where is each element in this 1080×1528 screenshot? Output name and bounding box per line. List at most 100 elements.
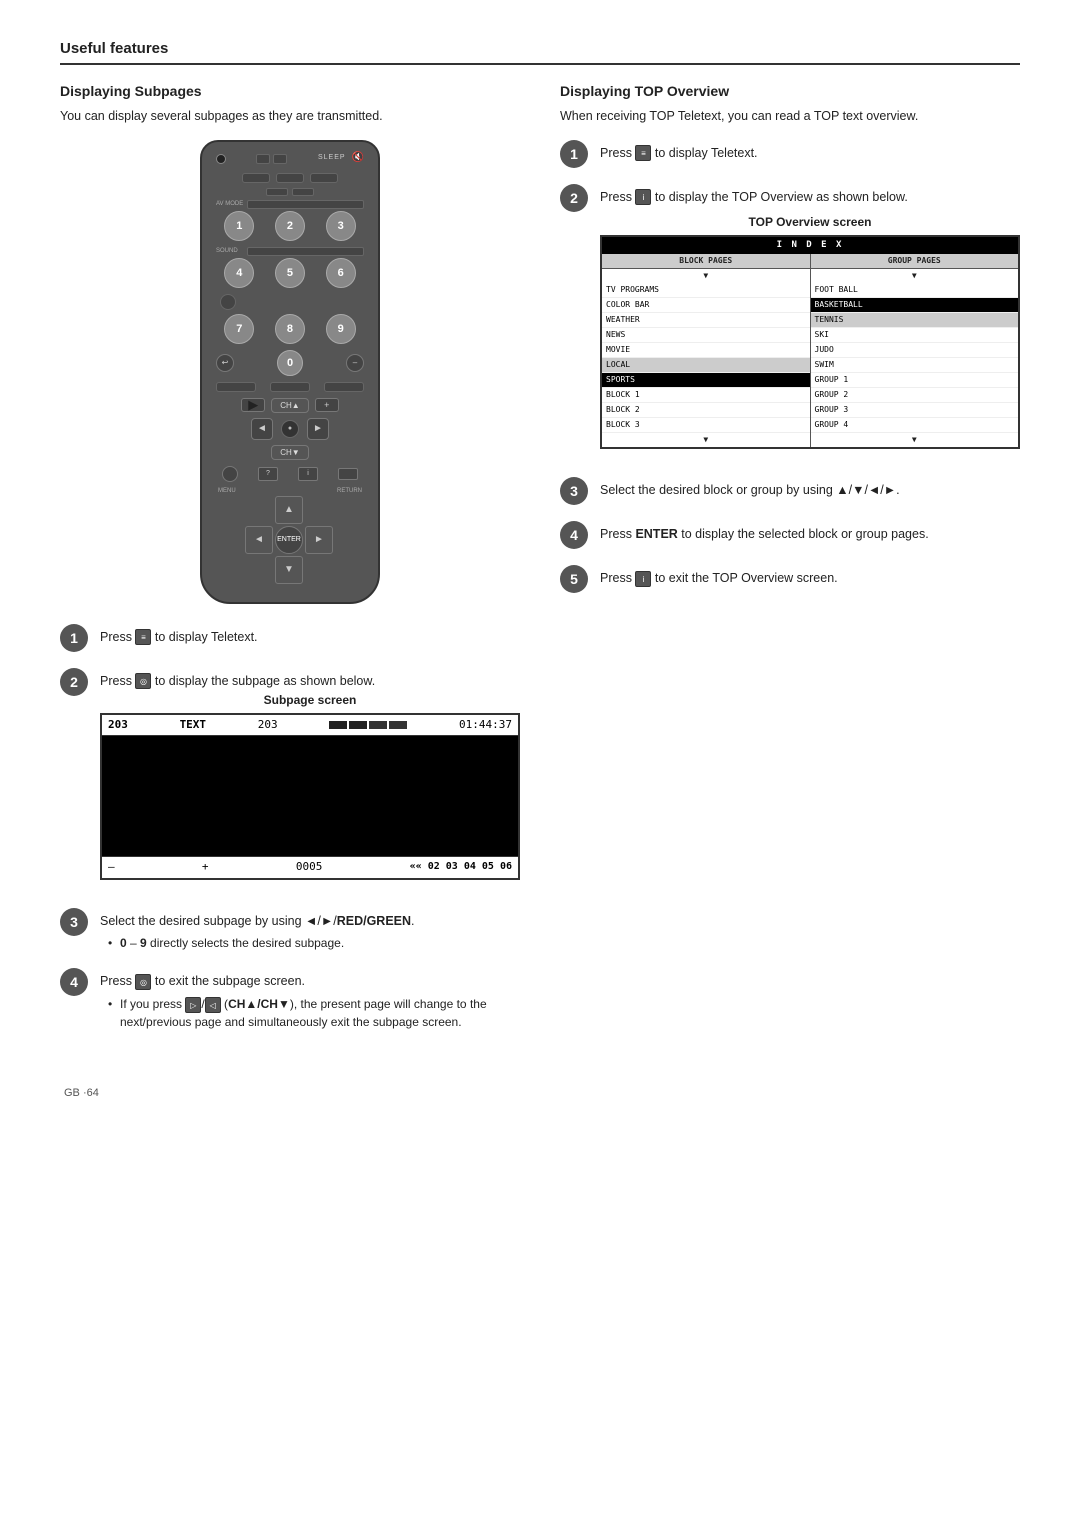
step-content-1: Press ≡ to display Teletext. (100, 624, 520, 647)
top-left-item-6: LOCAL (602, 358, 810, 373)
dash-btn[interactable]: – (346, 354, 364, 372)
num-btn-6[interactable]: 6 (326, 258, 356, 288)
top-right-item-8: GROUP 2 (811, 388, 1019, 403)
remote-btn (273, 154, 287, 164)
top-right-item-6: SWIM (811, 358, 1019, 373)
step3-bullet-1: 0 – 9 directly selects the desired subpa… (108, 934, 520, 952)
teletext-icon-r1: ≡ (635, 145, 651, 161)
plus-btn[interactable]: + (315, 398, 339, 412)
footer-plus: + (202, 859, 209, 876)
av-mode-btn (247, 200, 364, 209)
remote-rect-btn (310, 173, 338, 183)
ch-up-row: ▶ CH▲ + (241, 398, 338, 413)
num-btn-1[interactable]: 1 (224, 211, 254, 241)
num-btn-0[interactable]: 0 (277, 350, 303, 376)
icon-btn-1[interactable] (222, 466, 238, 482)
av-mode-row: AV MODE (216, 200, 364, 209)
ch-down-btn[interactable]: CH▼ (271, 445, 308, 460)
long-btns-row (216, 382, 364, 392)
ch-up-btn[interactable]: CH▲ (271, 398, 308, 413)
top-left-item-10: BLOCK 3 (602, 418, 810, 433)
top-right-arrow-top: ▼ (811, 269, 1019, 283)
num-btn-8[interactable]: 8 (275, 314, 305, 344)
record-btn[interactable]: ● (281, 420, 299, 438)
nav-down-btn[interactable]: ▼ (275, 556, 303, 584)
step3-bullets: 0 – 9 directly selects the desired subpa… (100, 934, 520, 952)
nav-empty-tr (305, 496, 333, 524)
left-step-1: 1 Press ≡ to display Teletext. (60, 624, 520, 652)
subpage-text-label: TEXT (180, 717, 207, 734)
num-btn-7[interactable]: 7 (224, 314, 254, 344)
left-arrow-btn[interactable]: ◄ (251, 418, 273, 440)
remote-sleep-row: SLEEP 🔇 (318, 152, 364, 163)
teletext-icon-1: ≡ (135, 629, 151, 645)
right-step-content-5: Press i to exit the TOP Overview screen. (600, 565, 1020, 588)
icon-btn-3[interactable]: i (298, 467, 318, 481)
num-btn-3[interactable]: 3 (326, 211, 356, 241)
nav-empty-bl (245, 556, 273, 584)
remote-rect-btn (276, 173, 304, 183)
nav-right-btn[interactable]: ► (305, 526, 333, 554)
main-content: Displaying Subpages You can display seve… (60, 83, 1020, 1047)
next-icon: ◁ (205, 997, 221, 1013)
top-right-item-2: BASKETBALL (811, 298, 1019, 313)
left-steps: 1 Press ≡ to display Teletext. 2 Press ◎… (60, 624, 520, 1031)
prev-icon: ▷ (185, 997, 201, 1013)
play-btn[interactable]: ▶ (241, 398, 265, 412)
av-mode-label: AV MODE (216, 201, 244, 207)
prog-seg-4 (389, 721, 407, 729)
subpage-header: 203 TEXT 203 01:44:37 (102, 715, 518, 737)
right-section-intro: When receiving TOP Teletext, you can rea… (560, 107, 1020, 126)
top-right-item-9: GROUP 3 (811, 403, 1019, 418)
top-left-arrow-bottom: ▼ (602, 433, 810, 447)
left-section-title: Displaying Subpages (60, 83, 520, 99)
circle-btn[interactable] (220, 294, 236, 310)
mute-icon: 🔇 (352, 152, 364, 163)
enter-btn[interactable]: ENTER (275, 526, 303, 554)
footer-page: 0005 (296, 859, 323, 876)
step-num-2: 2 (60, 668, 88, 696)
left-step-3: 3 Select the desired subpage by using ◄/… (60, 908, 520, 953)
nav-up-btn[interactable]: ▲ (275, 496, 303, 524)
left-step-4: 4 Press ◎ to exit the subpage screen. If… (60, 968, 520, 1031)
right-step-num-4: 4 (560, 521, 588, 549)
top-left-item-8: BLOCK 1 (602, 388, 810, 403)
num-btn-5[interactable]: 5 (275, 258, 305, 288)
sound-btn (247, 247, 364, 256)
right-step-num-5: 5 (560, 565, 588, 593)
page-header: Useful features (60, 40, 1020, 65)
return-label: RETURN (337, 488, 362, 494)
icon-btn-2[interactable]: ? (258, 467, 278, 481)
right-step-content-4: Press ENTER to display the selected bloc… (600, 521, 1020, 544)
step-content-3: Select the desired subpage by using ◄/►/… (100, 908, 520, 953)
right-arrow-btn[interactable]: ► (307, 418, 329, 440)
icon-btn-4[interactable] (338, 468, 358, 480)
footer-nums: «« 02 03 04 05 06 (410, 859, 512, 876)
menu-label: MENU (218, 488, 236, 494)
right-step-content-1: Press ≡ to display Teletext. (600, 140, 1020, 163)
top-left-item-7: SPORTS (602, 373, 810, 388)
ch-block: ▶ CH▲ + ◄ ● ► CH▼ (216, 398, 364, 460)
nav-left-btn[interactable]: ◄ (245, 526, 273, 554)
right-step-content-2: Press i to display the TOP Overview as s… (600, 184, 1020, 461)
numpad-bottom: 7 8 9 (216, 314, 364, 344)
top-overview-screen: I N D E X BLOCK PAGES ▼ TV PROGRAMS COLO… (600, 235, 1020, 450)
subpage-screen-label: Subpage screen (100, 691, 520, 709)
remote-small-rect (266, 188, 288, 196)
num-btn-9[interactable]: 9 (326, 314, 356, 344)
right-steps: 1 Press ≡ to display Teletext. 2 Press i… (560, 140, 1020, 593)
remote-control: SLEEP 🔇 AV MODE (200, 140, 380, 604)
prog-seg-3 (369, 721, 387, 729)
remote-small-rect (292, 188, 314, 196)
icon-btns-row: ? i (216, 466, 364, 482)
info-icon-r2: i (635, 189, 651, 205)
step-content-2: Press ◎ to display the subpage as shown … (100, 668, 520, 892)
top-right-col: GROUP PAGES ▼ FOOT BALL BASKETBALL TENNI… (811, 254, 1019, 447)
num-btn-2[interactable]: 2 (275, 211, 305, 241)
right-step-4: 4 Press ENTER to display the selected bl… (560, 521, 1020, 549)
top-left-item-9: BLOCK 2 (602, 403, 810, 418)
info-icon-r5: i (635, 571, 651, 587)
return-btn[interactable]: ↩ (216, 354, 234, 372)
num-btn-4[interactable]: 4 (224, 258, 254, 288)
subpage-body (102, 736, 518, 856)
